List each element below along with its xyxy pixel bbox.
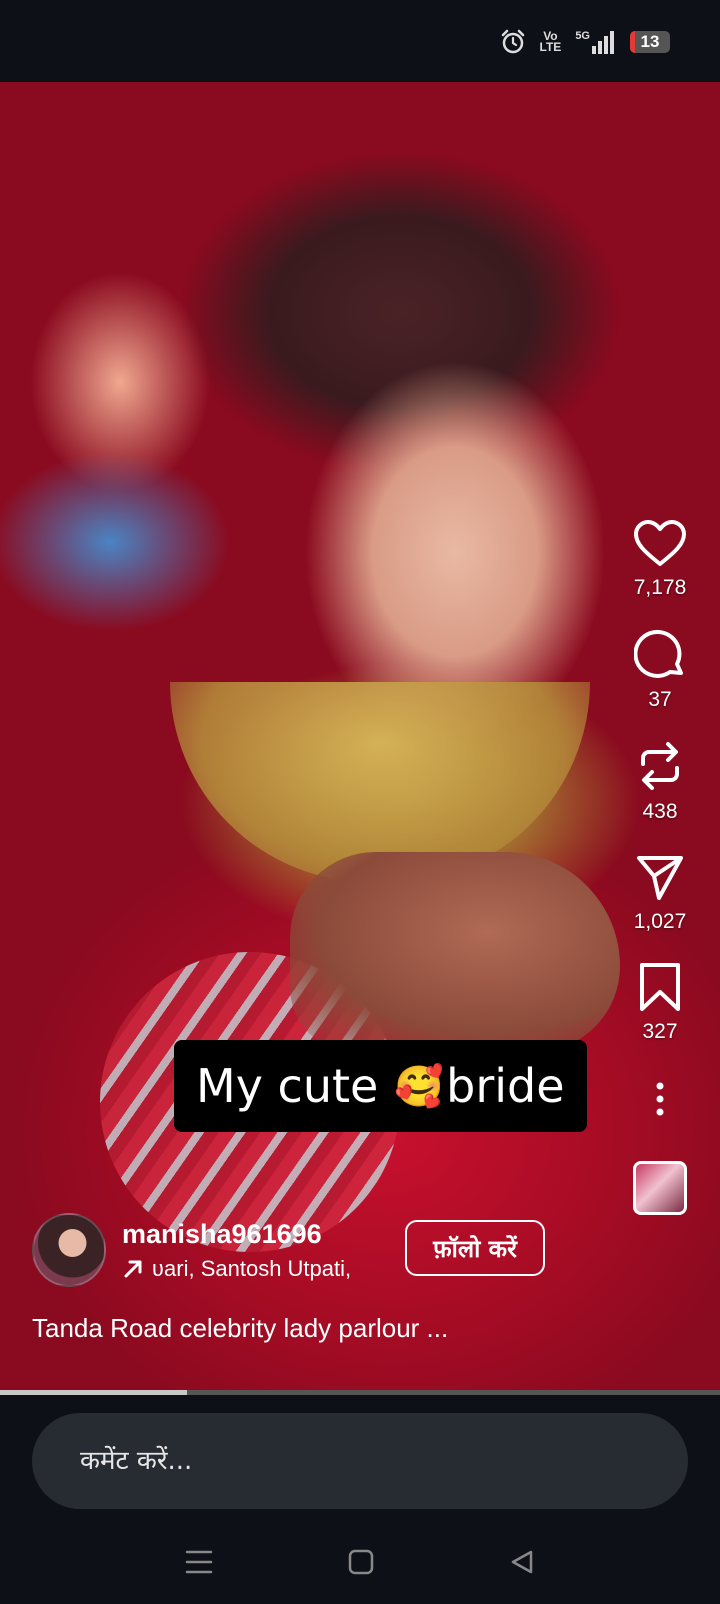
comment-input[interactable] bbox=[32, 1413, 688, 1509]
overlay-text-before: My cute bbox=[196, 1059, 379, 1113]
home-icon[interactable] bbox=[348, 1549, 374, 1575]
reel-video[interactable] bbox=[0, 82, 720, 1392]
more-vertical-icon bbox=[656, 1082, 664, 1116]
reel-description[interactable]: Tanda Road celebrity lady parlour ... bbox=[32, 1313, 448, 1344]
status-bar: Vo LTE 5G 13 bbox=[0, 0, 720, 82]
like-button[interactable]: 7,178 bbox=[633, 520, 687, 600]
repost-icon bbox=[641, 742, 679, 790]
system-nav-bar bbox=[0, 1520, 720, 1604]
save-count: 327 bbox=[642, 1020, 678, 1043]
network-label: 5G bbox=[575, 30, 590, 42]
more-options-button[interactable] bbox=[654, 1082, 666, 1121]
audio-attribution[interactable]: ʋari, Santosh Utpati, bbox=[122, 1256, 351, 1282]
smiling-hearts-emoji: 🥰 bbox=[394, 1063, 445, 1110]
send-icon bbox=[637, 856, 683, 900]
author-info: manisha961696 ʋari, Santosh Utpati, bbox=[32, 1213, 351, 1287]
overlay-text-after: bride bbox=[446, 1059, 565, 1113]
audio-text: ʋari, Santosh Utpati, bbox=[152, 1255, 352, 1281]
back-icon[interactable] bbox=[509, 1549, 535, 1575]
battery-icon: 13 bbox=[630, 31, 670, 53]
heart-icon bbox=[634, 520, 686, 566]
comment-count: 37 bbox=[648, 688, 672, 711]
volte-icon: Vo LTE bbox=[539, 29, 562, 54]
video-hand-shape bbox=[290, 852, 620, 1052]
battery-indicator: 13 bbox=[630, 31, 670, 53]
username[interactable]: manisha961696 bbox=[122, 1219, 351, 1250]
audio-thumbnail[interactable] bbox=[633, 1161, 687, 1215]
signal-5g-icon: 5G bbox=[575, 30, 616, 54]
follow-button[interactable]: फ़ॉलो करें bbox=[405, 1220, 545, 1276]
action-rail: 7,178 37 438 1,027 327 bbox=[624, 520, 696, 1215]
arrow-up-right-icon bbox=[124, 1260, 142, 1277]
repost-button[interactable]: 438 bbox=[635, 740, 685, 824]
alarm-icon bbox=[501, 29, 524, 54]
comment-button[interactable]: 37 bbox=[634, 628, 686, 712]
comment-icon bbox=[634, 629, 683, 678]
video-text-overlay: My cute 🥰 bride bbox=[174, 1040, 587, 1132]
video-progress-bar[interactable] bbox=[0, 1390, 720, 1395]
share-count: 1,027 bbox=[633, 910, 687, 933]
share-button[interactable]: 1,027 bbox=[633, 852, 687, 934]
battery-level: 13 bbox=[640, 32, 660, 51]
avatar[interactable] bbox=[32, 1213, 106, 1287]
menu-icon[interactable] bbox=[185, 1549, 213, 1575]
like-count: 7,178 bbox=[633, 576, 687, 599]
repost-count: 438 bbox=[642, 800, 678, 823]
video-progress-fill bbox=[0, 1390, 188, 1395]
bookmark-icon bbox=[640, 963, 680, 1011]
status-icons: Vo LTE 5G 13 bbox=[500, 26, 670, 58]
save-button[interactable]: 327 bbox=[638, 962, 682, 1044]
